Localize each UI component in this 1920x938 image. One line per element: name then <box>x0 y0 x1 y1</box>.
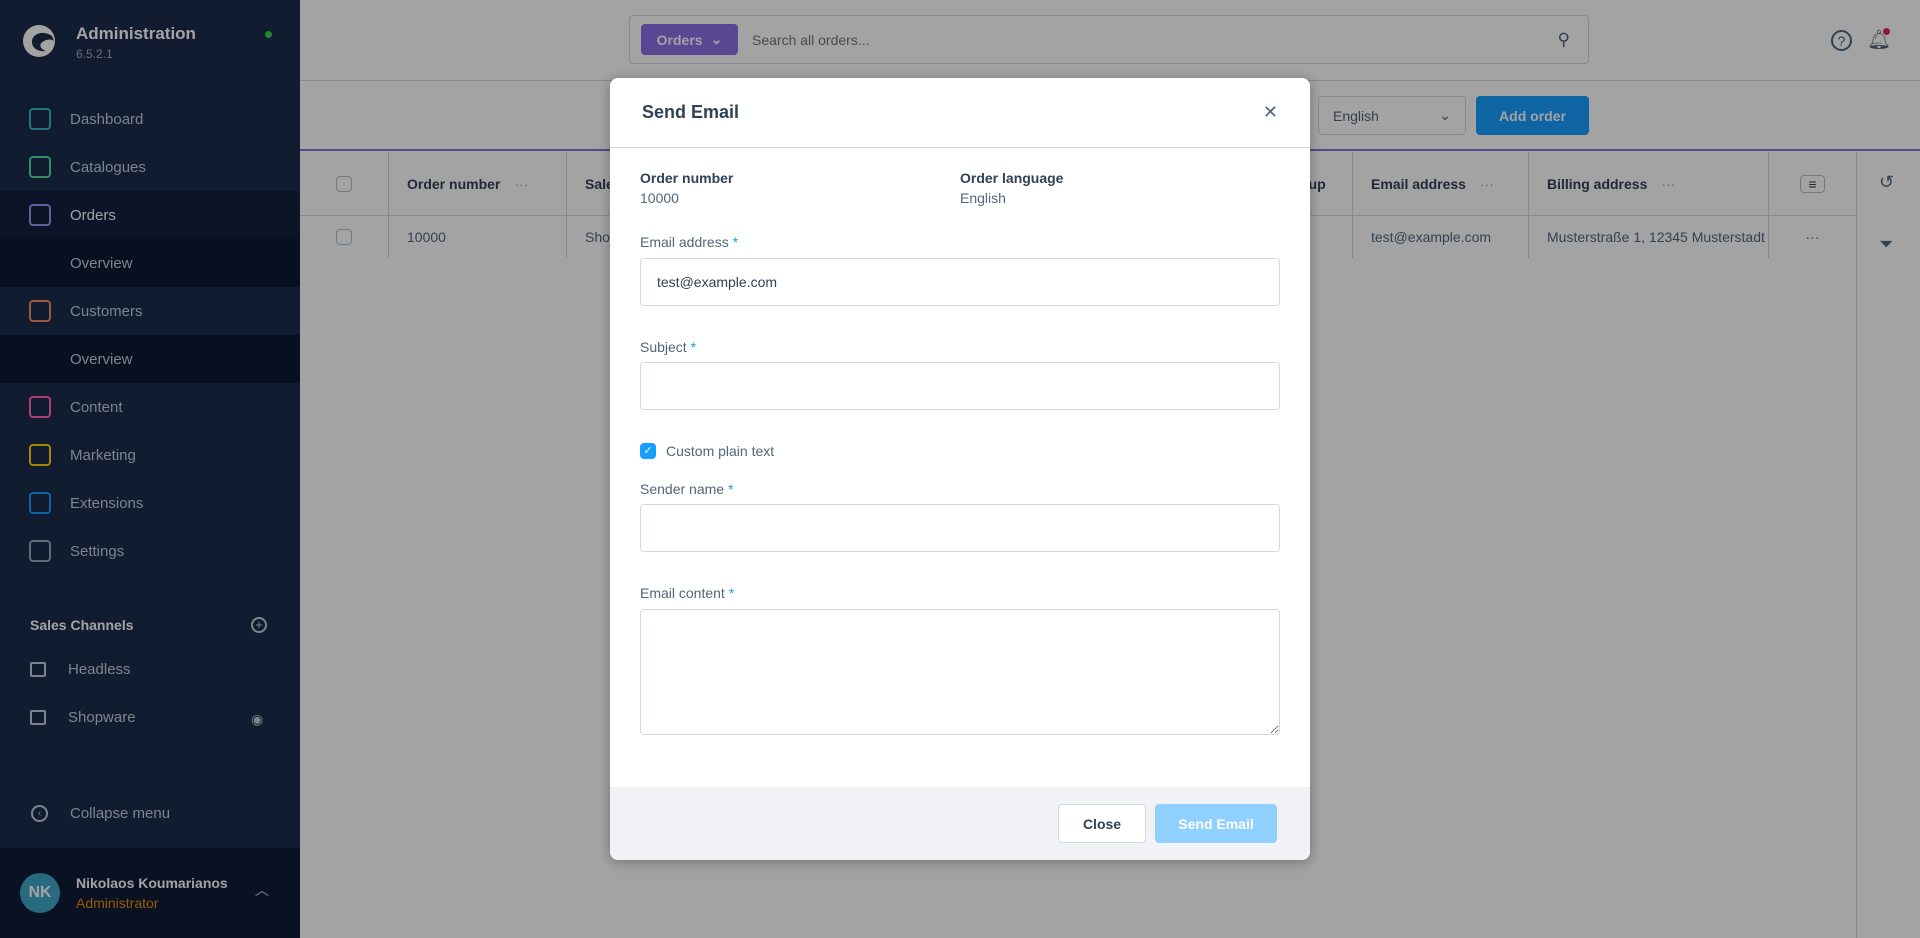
order-language-label: Order language <box>960 170 1064 186</box>
email-label: Email address * <box>640 234 739 250</box>
modal-title: Send Email <box>642 102 740 122</box>
email-field[interactable] <box>640 258 1280 306</box>
checkmark-icon[interactable]: ✓ <box>640 443 656 459</box>
custom-plain-text-checkbox[interactable]: ✓ Custom plain text <box>640 443 774 459</box>
close-button[interactable]: Close <box>1058 804 1146 843</box>
order-number-label: Order number <box>640 170 734 186</box>
subject-field[interactable] <box>640 362 1280 410</box>
sender-name-field[interactable] <box>640 504 1280 552</box>
checkbox-label: Custom plain text <box>666 443 775 459</box>
send-email-modal: Send Email ✕ Order number 10000 Order lan… <box>610 78 1310 860</box>
order-number-value: 10000 <box>640 190 679 206</box>
send-email-button[interactable]: Send Email <box>1155 804 1277 843</box>
subject-label: Subject * <box>640 339 697 355</box>
modal-footer: Close Send Email <box>610 787 1310 860</box>
email-content-field[interactable] <box>640 609 1280 735</box>
close-icon[interactable]: ✕ <box>1263 102 1278 123</box>
order-language-value: English <box>960 190 1006 206</box>
sender-name-label: Sender name * <box>640 481 734 497</box>
email-content-label: Email content * <box>640 585 735 601</box>
